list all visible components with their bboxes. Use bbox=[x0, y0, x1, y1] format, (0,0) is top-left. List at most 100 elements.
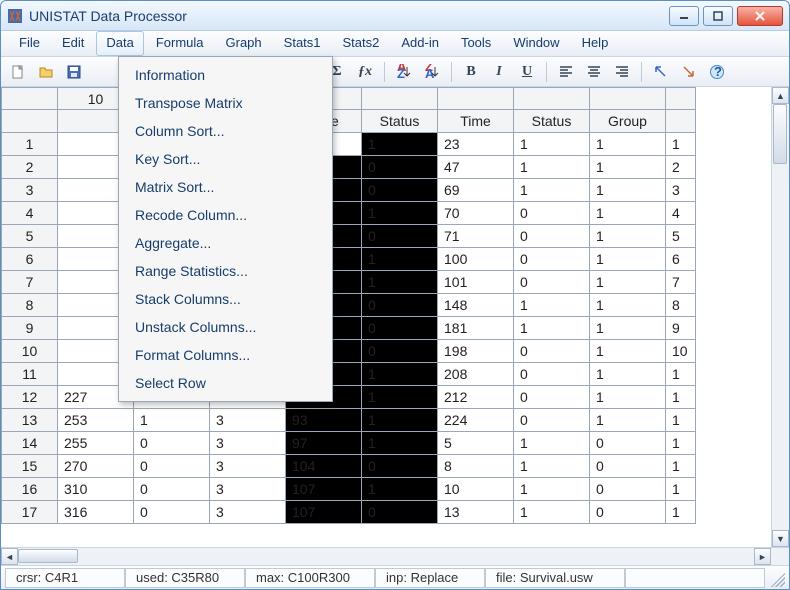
col-header[interactable] bbox=[666, 110, 696, 133]
row-header[interactable]: 12 bbox=[2, 386, 58, 409]
menu-file[interactable]: File bbox=[9, 31, 50, 56]
cell[interactable]: 1 bbox=[666, 432, 696, 455]
cell[interactable]: 0 bbox=[514, 271, 590, 294]
cell[interactable]: 1 bbox=[362, 271, 438, 294]
fx-button[interactable]: ƒx bbox=[354, 61, 376, 83]
row-header[interactable]: 8 bbox=[2, 294, 58, 317]
menu-item-key-sort[interactable]: Key Sort... bbox=[121, 145, 330, 173]
cell[interactable]: 1 bbox=[514, 133, 590, 156]
cell[interactable]: 1 bbox=[590, 294, 666, 317]
align-left-button[interactable] bbox=[555, 61, 577, 83]
cell[interactable]: 1 bbox=[362, 432, 438, 455]
cell[interactable]: 1 bbox=[666, 363, 696, 386]
cell[interactable]: 1 bbox=[590, 409, 666, 432]
cell[interactable]: 1 bbox=[666, 501, 696, 524]
col-number[interactable] bbox=[590, 88, 666, 110]
row-header[interactable]: 2 bbox=[2, 156, 58, 179]
cell[interactable]: 0 bbox=[134, 478, 210, 501]
cell[interactable]: 3 bbox=[210, 432, 286, 455]
cell[interactable]: 0 bbox=[514, 225, 590, 248]
cell[interactable]: 3 bbox=[666, 179, 696, 202]
cell[interactable]: 181 bbox=[438, 317, 514, 340]
scroll-left-arrow[interactable]: ◄ bbox=[1, 548, 18, 565]
cell[interactable]: 47 bbox=[438, 156, 514, 179]
col-number[interactable] bbox=[362, 88, 438, 110]
menu-stats2[interactable]: Stats2 bbox=[333, 31, 390, 56]
new-button[interactable] bbox=[7, 61, 29, 83]
cell[interactable]: 1 bbox=[590, 363, 666, 386]
cell[interactable]: 107 bbox=[286, 478, 362, 501]
cell[interactable]: 0 bbox=[362, 294, 438, 317]
menu-add-in[interactable]: Add-in bbox=[391, 31, 449, 56]
horizontal-scrollbar[interactable]: ◄ ► bbox=[1, 547, 789, 565]
cell[interactable]: 100 bbox=[438, 248, 514, 271]
col-header[interactable]: Group bbox=[590, 110, 666, 133]
cell[interactable]: 1 bbox=[666, 478, 696, 501]
row-header[interactable]: 7 bbox=[2, 271, 58, 294]
cell[interactable]: 8 bbox=[438, 455, 514, 478]
cell[interactable]: 0 bbox=[362, 455, 438, 478]
row-header[interactable]: 15 bbox=[2, 455, 58, 478]
row-header[interactable]: 1 bbox=[2, 133, 58, 156]
cell[interactable]: 1 bbox=[590, 179, 666, 202]
cell[interactable]: 0 bbox=[514, 340, 590, 363]
cell[interactable]: 0 bbox=[514, 363, 590, 386]
menu-item-range-statistics[interactable]: Range Statistics... bbox=[121, 257, 330, 285]
cell[interactable]: 0 bbox=[362, 179, 438, 202]
cell[interactable]: 212 bbox=[438, 386, 514, 409]
row-header[interactable]: 3 bbox=[2, 179, 58, 202]
cell[interactable]: 0 bbox=[590, 432, 666, 455]
cell[interactable]: 10 bbox=[438, 478, 514, 501]
menu-item-transpose-matrix[interactable]: Transpose Matrix bbox=[121, 89, 330, 117]
save-button[interactable] bbox=[63, 61, 85, 83]
cell[interactable]: 7 bbox=[666, 271, 696, 294]
menu-tools[interactable]: Tools bbox=[451, 31, 501, 56]
cell[interactable]: 316 bbox=[58, 501, 134, 524]
menu-edit[interactable]: Edit bbox=[52, 31, 94, 56]
scroll-down-arrow[interactable]: ▼ bbox=[772, 530, 789, 547]
cell[interactable]: 71 bbox=[438, 225, 514, 248]
cell[interactable]: 1 bbox=[362, 202, 438, 225]
cell[interactable]: 255 bbox=[58, 432, 134, 455]
cell[interactable]: 1 bbox=[666, 386, 696, 409]
cell[interactable]: 1 bbox=[514, 317, 590, 340]
cell[interactable]: 1 bbox=[590, 225, 666, 248]
cell[interactable]: 0 bbox=[134, 501, 210, 524]
underline-button[interactable]: U bbox=[516, 61, 538, 83]
row-header[interactable]: 16 bbox=[2, 478, 58, 501]
vscroll-thumb[interactable] bbox=[773, 104, 787, 164]
cell[interactable]: 13 bbox=[438, 501, 514, 524]
arrow-nw-button[interactable] bbox=[650, 61, 672, 83]
cell[interactable]: 9 bbox=[666, 317, 696, 340]
cell[interactable]: 2 bbox=[666, 156, 696, 179]
cell[interactable]: 93 bbox=[286, 409, 362, 432]
cell[interactable]: 4 bbox=[666, 202, 696, 225]
cell[interactable]: 1 bbox=[362, 409, 438, 432]
cell[interactable]: 1 bbox=[362, 133, 438, 156]
corner-cell[interactable] bbox=[2, 88, 58, 110]
row-header[interactable]: 13 bbox=[2, 409, 58, 432]
cell[interactable]: 1 bbox=[514, 478, 590, 501]
cell[interactable]: 5 bbox=[666, 225, 696, 248]
row-header[interactable]: 14 bbox=[2, 432, 58, 455]
hscroll-thumb[interactable] bbox=[18, 549, 78, 563]
cell[interactable]: 3 bbox=[210, 478, 286, 501]
rowhdr-blank[interactable] bbox=[2, 110, 58, 133]
cell[interactable]: 253 bbox=[58, 409, 134, 432]
cell[interactable]: 1 bbox=[590, 156, 666, 179]
cell[interactable]: 6 bbox=[666, 248, 696, 271]
cell[interactable]: 0 bbox=[514, 202, 590, 225]
cell[interactable]: 8 bbox=[666, 294, 696, 317]
cell[interactable]: 1 bbox=[362, 248, 438, 271]
cell[interactable]: 5 bbox=[438, 432, 514, 455]
menu-item-format-columns[interactable]: Format Columns... bbox=[121, 341, 330, 369]
col-header[interactable]: Status bbox=[514, 110, 590, 133]
align-right-button[interactable] bbox=[611, 61, 633, 83]
col-header[interactable]: Status bbox=[362, 110, 438, 133]
cell[interactable]: 0 bbox=[362, 225, 438, 248]
sort-asc-button[interactable]: AZ bbox=[393, 61, 415, 83]
sort-desc-button[interactable]: ZA bbox=[421, 61, 443, 83]
cell[interactable]: 97 bbox=[286, 432, 362, 455]
menu-item-recode-column[interactable]: Recode Column... bbox=[121, 201, 330, 229]
col-number[interactable] bbox=[514, 88, 590, 110]
